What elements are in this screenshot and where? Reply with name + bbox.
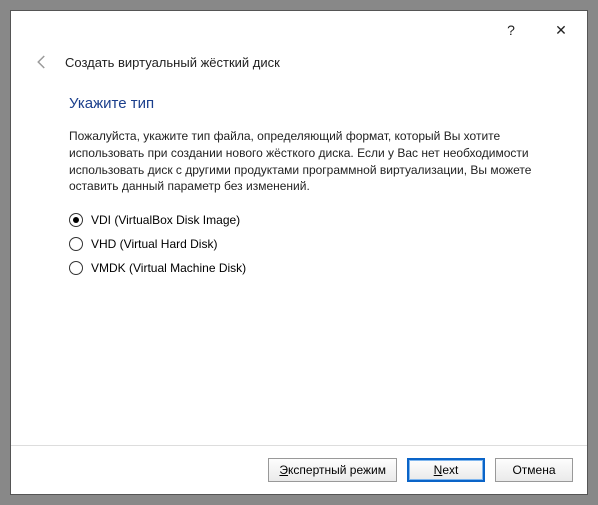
wizard-header: Создать виртуальный жёсткий диск (11, 49, 587, 81)
close-icon: ✕ (555, 22, 567, 39)
wizard-content: Укажите тип Пожалуйста, укажите тип файл… (11, 81, 587, 445)
wizard-title: Создать виртуальный жёсткий диск (65, 55, 280, 70)
wizard-footer: Экспертный режим Next Отмена (11, 445, 587, 494)
mnemonic: Э (279, 463, 288, 477)
radio-label: VDI (VirtualBox Disk Image) (91, 213, 240, 227)
radio-icon (69, 213, 83, 227)
section-title: Укажите тип (69, 95, 537, 112)
back-button[interactable] (33, 53, 51, 71)
help-icon: ? (507, 22, 515, 38)
close-button[interactable]: ✕ (541, 15, 581, 45)
cancel-button[interactable]: Отмена (495, 458, 573, 482)
next-button[interactable]: Next (407, 458, 485, 482)
titlebar: ? ✕ (11, 11, 587, 49)
description-text: Пожалуйста, укажите тип файла, определяю… (69, 128, 537, 195)
radio-label: VHD (Virtual Hard Disk) (91, 237, 217, 251)
btn-text: Отмена (512, 463, 555, 477)
disk-type-radio-group: VDI (VirtualBox Disk Image) VHD (Virtual… (69, 213, 537, 275)
radio-icon (69, 237, 83, 251)
help-button[interactable]: ? (491, 15, 531, 45)
expert-mode-button[interactable]: Экспертный режим (268, 458, 397, 482)
radio-icon (69, 261, 83, 275)
radio-option-vhd[interactable]: VHD (Virtual Hard Disk) (69, 237, 537, 251)
btn-text: ext (442, 463, 458, 477)
radio-label: VMDK (Virtual Machine Disk) (91, 261, 246, 275)
arrow-left-icon (33, 53, 51, 71)
wizard-dialog: ? ✕ Создать виртуальный жёсткий диск Ука… (10, 10, 588, 495)
btn-text: кспертный режим (288, 463, 386, 477)
radio-option-vmdk[interactable]: VMDK (Virtual Machine Disk) (69, 261, 537, 275)
radio-option-vdi[interactable]: VDI (VirtualBox Disk Image) (69, 213, 537, 227)
